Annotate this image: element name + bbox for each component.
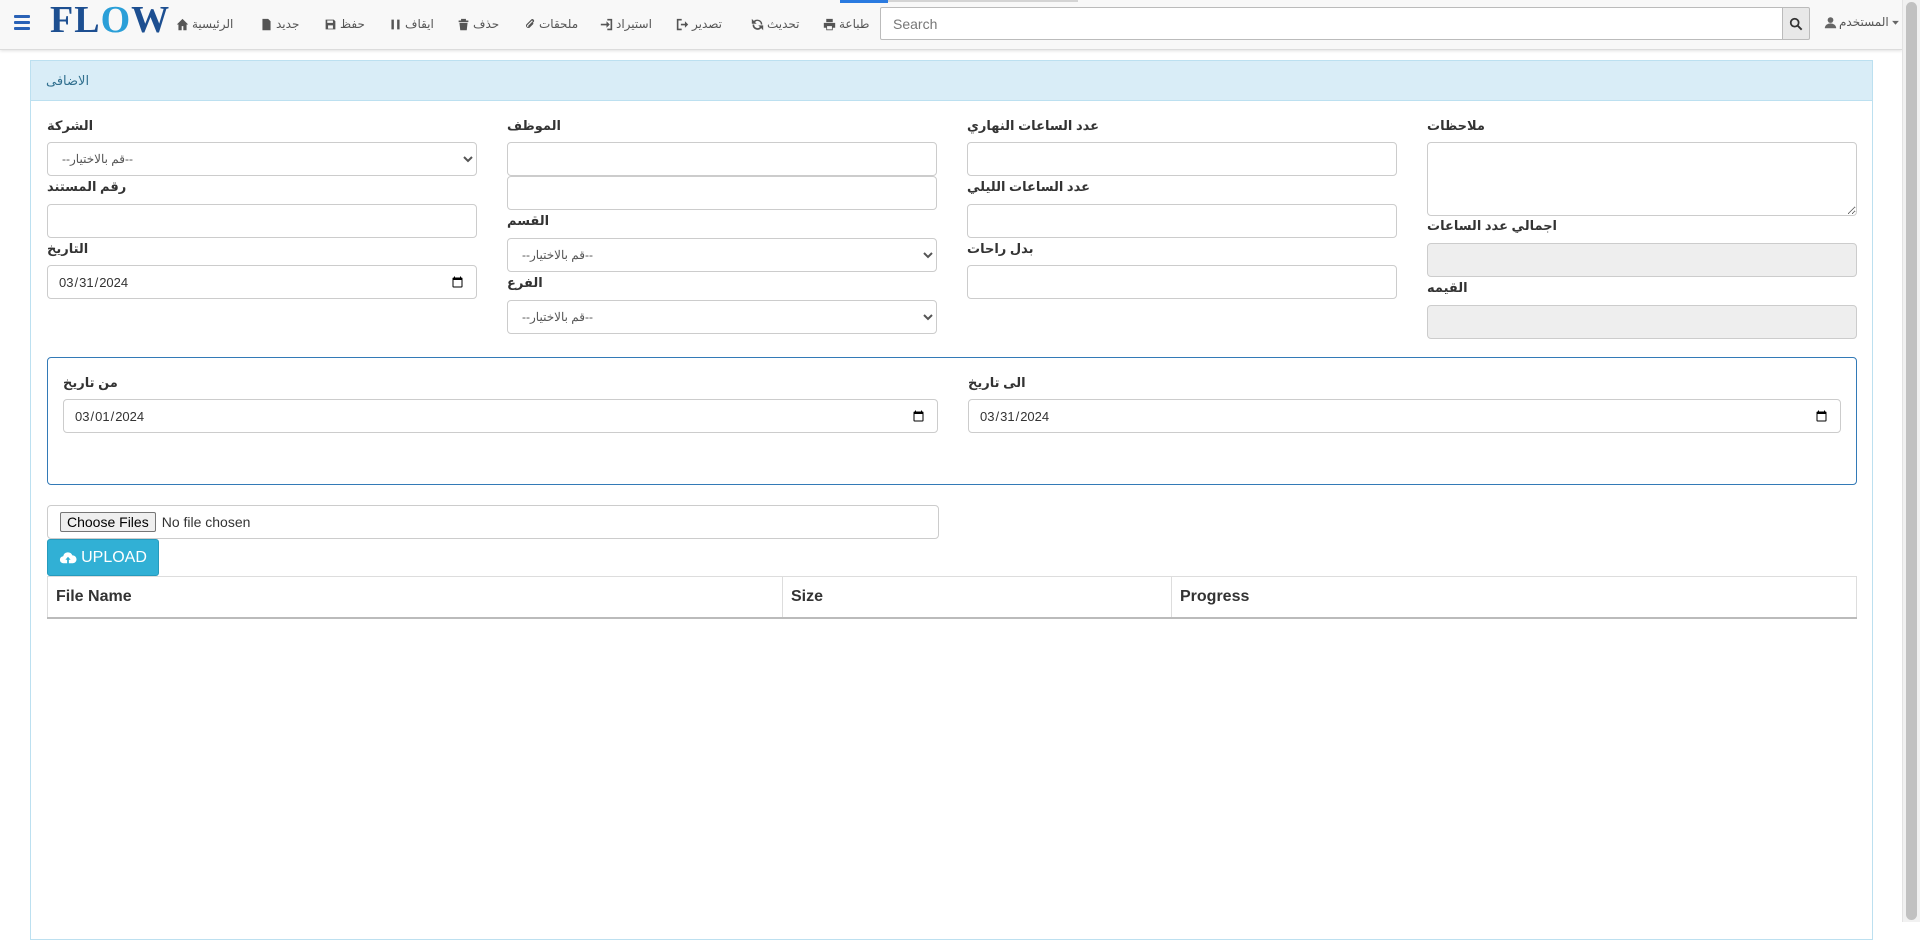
day-hours-input[interactable] <box>967 142 1397 176</box>
file-icon <box>262 18 271 30</box>
upload-label: UPLOAD <box>81 548 147 566</box>
value-input <box>1427 305 1857 339</box>
new-button[interactable]: جديد <box>260 14 299 34</box>
sign-in-icon <box>600 18 613 30</box>
user-menu[interactable]: المستخدم <box>1824 15 1900 29</box>
caret-down-icon <box>1891 20 1899 25</box>
user-icon <box>1824 16 1837 28</box>
night-hours-input[interactable] <box>967 204 1397 238</box>
save-label: حفظ <box>340 17 365 31</box>
import-label: استيراد <box>616 17 652 31</box>
file-input[interactable]: Choose Files No file chosen <box>47 505 939 539</box>
tab-strip <box>888 0 1078 2</box>
search-icon <box>1789 17 1803 30</box>
flow-logo: FLOW <box>50 0 171 41</box>
column-size: Size <box>782 576 1172 619</box>
department-label: القسم <box>507 213 550 228</box>
rest-allowance-input[interactable] <box>967 265 1397 299</box>
paperclip-icon <box>526 18 535 28</box>
export-button[interactable]: تصدير <box>676 14 722 34</box>
upload-button[interactable]: UPLOAD <box>47 539 159 576</box>
search-button[interactable] <box>1782 7 1810 40</box>
column-progress: Progress <box>1171 576 1857 619</box>
company-label: الشركة <box>47 118 94 133</box>
new-label: جديد <box>276 17 300 31</box>
total-hours-input <box>1427 243 1857 277</box>
home-button[interactable]: الرئيسية <box>176 14 233 34</box>
night-hours-label: عدد الساعات الليلي <box>967 179 1090 194</box>
notes-label: ملاحظات <box>1427 118 1485 133</box>
employee-code-input[interactable] <box>507 142 937 176</box>
total-hours-label: اجمالي عدد الساعات <box>1427 218 1558 233</box>
from-date-label: من تاريخ <box>63 375 118 390</box>
sign-out-icon <box>676 18 689 30</box>
print-label: طباعة <box>839 17 870 31</box>
from-date-input[interactable] <box>63 399 938 433</box>
cloud-upload-icon <box>59 551 77 563</box>
print-button[interactable]: طباعة <box>823 14 869 34</box>
refresh-label: تحديث <box>767 17 800 31</box>
date-label: التاريخ <box>47 241 89 256</box>
home-label: الرئيسية <box>192 17 234 31</box>
save-icon <box>325 19 336 29</box>
files-table: File Name Size Progress <box>47 576 1857 619</box>
import-button[interactable]: استيراد <box>600 14 652 34</box>
scrollbar-thumb[interactable] <box>1906 2 1917 920</box>
delete-button[interactable]: حذف <box>457 14 499 34</box>
user-name: المستخدم <box>1839 15 1889 29</box>
search-input[interactable] <box>880 7 1783 40</box>
files-table-header: File Name Size Progress <box>47 576 1857 619</box>
active-tab-indicator <box>840 0 888 3</box>
branch-select[interactable]: --قم بالاختيار-- <box>507 300 937 334</box>
day-hours-label: عدد الساعات النهاري <box>967 118 1100 133</box>
doc-number-input[interactable] <box>47 204 477 238</box>
branch-label: الفرع <box>507 275 543 290</box>
employee-label: الموظف <box>507 118 561 133</box>
top-toolbar: FLOW الرئيسية جديد حفظ ايقاف حذف ملحقات … <box>0 0 1902 50</box>
print-icon <box>823 18 836 30</box>
export-label: تصدير <box>692 17 723 31</box>
page-scrollbar[interactable] <box>1902 0 1920 922</box>
save-button[interactable]: حفظ <box>324 14 365 34</box>
attachments-label: ملحقات <box>539 17 579 31</box>
notes-textarea[interactable] <box>1427 142 1857 216</box>
doc-number-label: رقم المستند <box>47 179 127 194</box>
refresh-icon <box>751 18 764 30</box>
date-input[interactable] <box>47 265 477 299</box>
stop-button[interactable]: ايقاف <box>389 14 434 34</box>
delete-label: حذف <box>473 17 500 31</box>
trash-icon <box>458 18 469 30</box>
attachments-button[interactable]: ملحقات <box>523 14 578 34</box>
choose-files-button[interactable]: Choose Files <box>60 512 156 532</box>
column-file-name: File Name <box>47 576 783 619</box>
value-label: القيمه <box>1427 280 1468 295</box>
rest-allowance-label: بدل راحات <box>967 241 1034 256</box>
overtime-panel: الاضافى الشركة --قم بالاختيار-- رقم المس… <box>30 60 1873 940</box>
to-date-input[interactable] <box>968 399 1841 433</box>
menu-icon[interactable] <box>14 15 30 33</box>
company-select[interactable]: --قم بالاختيار-- <box>47 142 477 176</box>
department-select[interactable]: --قم بالاختيار-- <box>507 238 937 272</box>
stop-label: ايقاف <box>405 17 434 31</box>
employee-name-input[interactable] <box>507 176 937 210</box>
refresh-button[interactable]: تحديث <box>751 14 800 34</box>
to-date-label: الى تاريخ <box>968 375 1026 390</box>
panel-title: الاضافى <box>31 61 1872 101</box>
pause-icon <box>391 19 400 29</box>
date-range-box: من تاريخ الى تاريخ <box>47 357 1857 485</box>
no-file-text: No file chosen <box>161 514 251 530</box>
home-icon <box>176 18 189 30</box>
